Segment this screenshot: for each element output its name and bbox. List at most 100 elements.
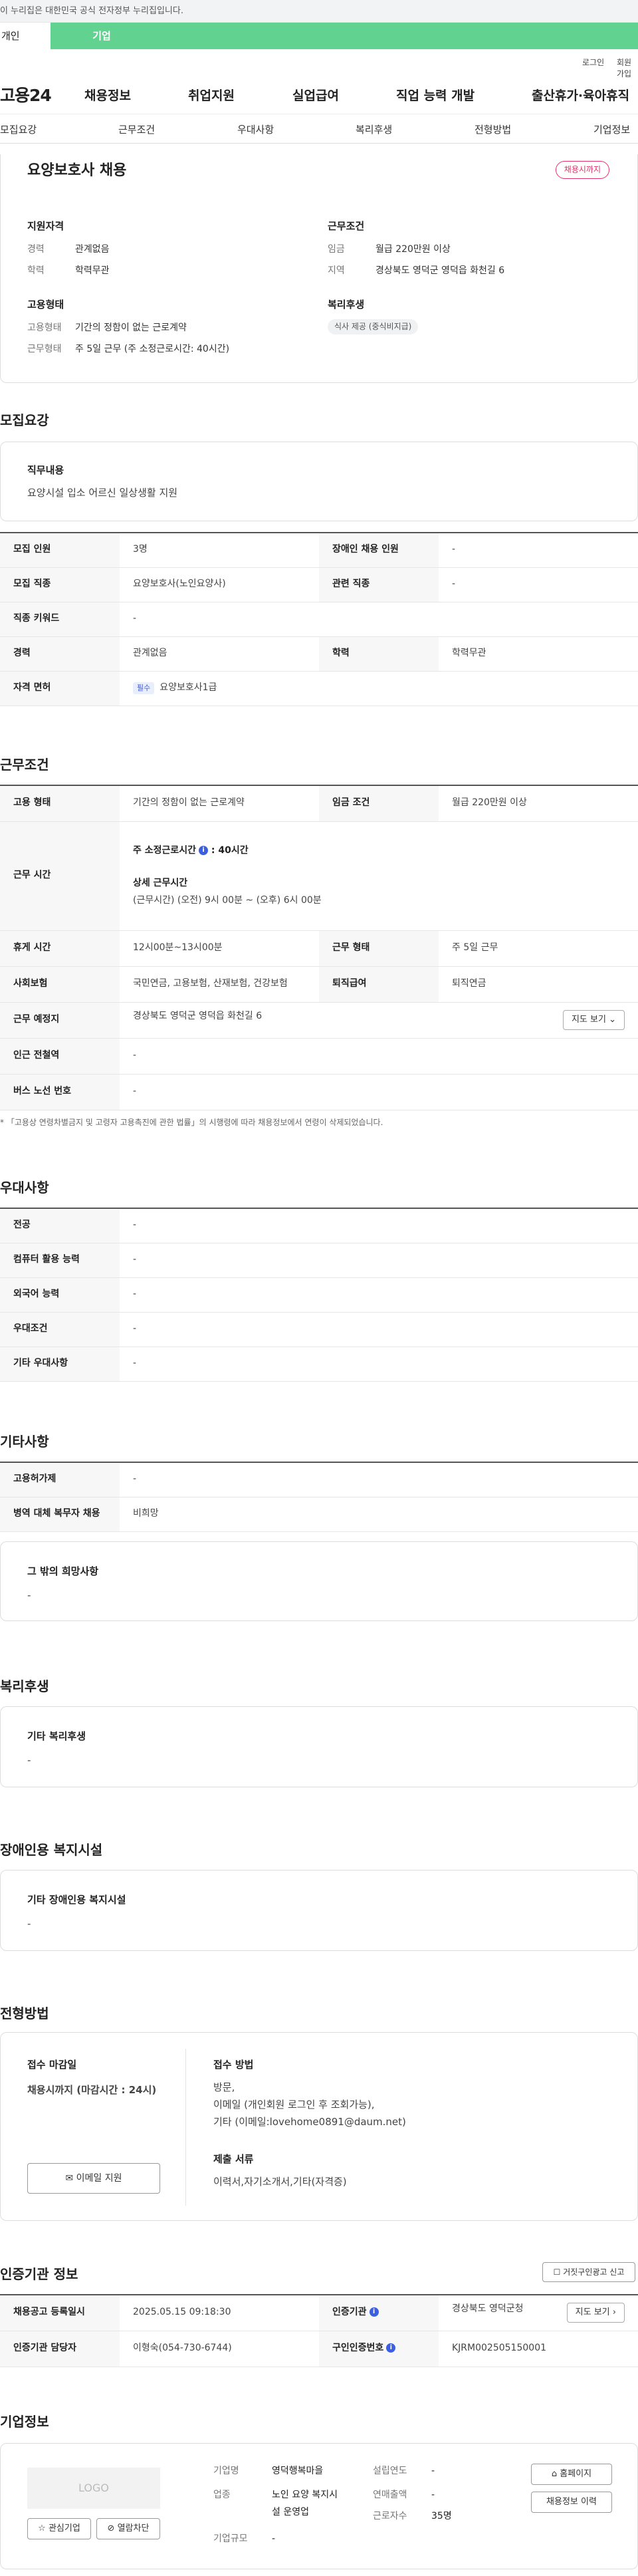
map-button[interactable]: 지도 보기 ⌄ bbox=[562, 1009, 625, 1031]
value-sales: - bbox=[431, 2490, 435, 2500]
welfare-heading: 복리후생 bbox=[328, 299, 365, 311]
table-row: 컴퓨터 활용 능력 - bbox=[0, 1243, 638, 1278]
value-permit: - bbox=[120, 1462, 638, 1497]
subnav-company[interactable]: 기업정보 bbox=[593, 123, 630, 137]
table-row: 인근 전철역 - bbox=[0, 1038, 638, 1075]
value-founded: - bbox=[431, 2466, 435, 2476]
block-view-button[interactable]: ⊘ 열람차단 bbox=[96, 2518, 160, 2539]
email-apply-button[interactable]: ✉ 이메일 지원 bbox=[27, 2163, 160, 2194]
value-bus: - bbox=[120, 1074, 638, 1110]
value-employees: 35명 bbox=[431, 2511, 452, 2521]
value-insurance: 국민연금, 고용보험, 산재보험, 건강보험 bbox=[120, 966, 319, 1003]
subnav-pref[interactable]: 우대사항 bbox=[237, 123, 274, 137]
value-industry-2: 설 운영업 bbox=[272, 2507, 309, 2517]
disabled-value: - bbox=[27, 1918, 31, 1930]
value-major: - bbox=[120, 1208, 638, 1243]
section-subnav: 모집요강 근무조건 우대사항 복리후생 전형방법 기업정보 bbox=[0, 114, 638, 144]
value-language: - bbox=[120, 1277, 638, 1313]
value-agency: 경상북도 영덕군청 지도 보기 › bbox=[439, 2294, 638, 2331]
value-scale: - bbox=[272, 2533, 276, 2544]
subnav-selection[interactable]: 전형방법 bbox=[475, 123, 511, 137]
value-cert-no: KJRM002505150001 bbox=[439, 2331, 638, 2367]
hours-main: 주 소정근로시간 bbox=[133, 844, 197, 856]
license-name: 요양보호사1급 bbox=[160, 682, 217, 694]
table-row: 기타 우대사항 - bbox=[0, 1347, 638, 1382]
value-reg-date: 2025.05.15 09:18:30 bbox=[120, 2294, 319, 2331]
global-nav: 고용24 채용정보 취업지원 실업급여 직업 능력 개발 출산휴가·육아휴직 bbox=[0, 74, 638, 114]
selection-box: 접수 마감일 채용시까지 (마감시간 : 24시) ✉ 이메일 지원 접수 방법… bbox=[0, 2032, 638, 2221]
table-row: 우대조건 - bbox=[0, 1312, 638, 1347]
tab-personal[interactable]: 개인 bbox=[0, 23, 51, 49]
label-retirement: 퇴직급여 bbox=[319, 966, 439, 1003]
label-manager: 인증기관 담당자 bbox=[0, 2331, 120, 2367]
site-logo[interactable]: 고용24 bbox=[0, 84, 52, 107]
pref-heading: 우대사항 bbox=[0, 1180, 49, 1196]
subnav-work[interactable]: 근무조건 bbox=[118, 123, 155, 137]
favorite-company-button[interactable]: ☆ 관심기업 bbox=[27, 2518, 91, 2539]
gnb-skills[interactable]: 직업 능력 개발 bbox=[396, 87, 475, 105]
pref-table: 전공 - 컴퓨터 활용 능력 - 외국어 능력 - 우대조건 - 기타 우대사항 - bbox=[0, 1208, 638, 1382]
label-company-name: 기업명 bbox=[213, 2466, 239, 2476]
tab-company[interactable]: 기업 bbox=[51, 23, 153, 49]
label-pref-cond: 우대조건 bbox=[0, 1312, 120, 1347]
duty-box: 직무내용 요양시설 입소 어르신 일상생활 지원 bbox=[0, 442, 638, 521]
value-industry-1: 노인 요양 복지시 bbox=[272, 2490, 338, 2500]
value-wage: 월급 220만원 이상 bbox=[439, 785, 638, 822]
chevron-right-icon: › bbox=[612, 2307, 616, 2318]
table-row: 고용 형태 기간의 정함이 없는 근로계약 임금 조건 월급 220만원 이상 bbox=[0, 785, 638, 822]
gnb-leave[interactable]: 출산휴가·육아휴직 bbox=[532, 87, 629, 105]
value-career: 관계없음 bbox=[120, 636, 319, 672]
table-row: 휴게 시간 12시00분~13시00분 근무 형태 주 5일 근무 bbox=[0, 930, 638, 967]
hours-detail-title: 상세 근무시간 bbox=[133, 878, 188, 889]
value-emp-type: 기간의 정함이 없는 근로계약 bbox=[120, 785, 319, 822]
label-occupation: 모집 직종 bbox=[0, 567, 120, 602]
disabled-box: 기타 장애인용 복지시설 - bbox=[0, 1870, 638, 1951]
gnb-employment-support[interactable]: 취업지원 bbox=[188, 87, 235, 105]
agency-map-button[interactable]: 지도 보기 › bbox=[566, 2303, 625, 2323]
gnb-unemployment-benefit[interactable]: 실업급여 bbox=[292, 87, 339, 105]
value-keyword: - bbox=[120, 602, 638, 637]
recruit-history-button[interactable]: 채용정보 이력 bbox=[531, 2492, 612, 2513]
method-line-1: 방문, bbox=[213, 2081, 235, 2093]
agency-name: 경상북도 영덕군청 bbox=[452, 2303, 524, 2315]
info-icon[interactable]: i bbox=[386, 2343, 396, 2353]
job-summary-card: 요양보호사 채용 채용시까지 지원자격 경력 관계없음 학력 학력무관 근무조건 임… bbox=[0, 154, 638, 383]
value-hours: 주 소정근로시간 i : 40시간 상세 근무시간 (근무시간) (오전) 9시 … bbox=[120, 821, 638, 931]
emp-form: 근무형태 주 5일 근무 (주 소정근로시간: 40시간) bbox=[27, 344, 230, 354]
homepage-button[interactable]: ⌂ 홈페이지 bbox=[531, 2464, 612, 2485]
table-row: 근무 예정지 경상북도 영덕군 영덕읍 화천길 6 지도 보기 ⌄ bbox=[0, 1002, 638, 1039]
label-disabled-headcount: 장애인 채용 인원 bbox=[319, 532, 439, 568]
label-emp-type: 고용 형태 bbox=[0, 785, 120, 822]
condition-heading: 근무조건 bbox=[328, 220, 365, 232]
value-retirement: 퇴직연금 bbox=[439, 966, 638, 1003]
qual-education: 학력 학력무관 bbox=[27, 265, 110, 276]
cond-wage: 임금 월급 220만원 이상 bbox=[328, 244, 451, 255]
label-career: 경력 bbox=[0, 636, 120, 672]
subnav-recruit[interactable]: 모집요강 bbox=[0, 123, 37, 137]
login-link[interactable]: 로그인 bbox=[582, 57, 604, 68]
label-cert-no: 구인인증번호 i bbox=[319, 2331, 439, 2367]
table-row: 근무 시간 주 소정근로시간 i : 40시간 상세 근무시간 (근무시간) (오… bbox=[0, 821, 638, 931]
info-icon[interactable]: i bbox=[199, 845, 209, 855]
recruit-table: 모집 인원 3명 장애인 채용 인원 - 모집 직종 요양보호사(노인요양사) … bbox=[0, 532, 638, 706]
label-pref-other: 기타 우대사항 bbox=[0, 1347, 120, 1382]
label-scale: 기업규모 bbox=[213, 2533, 248, 2544]
report-button[interactable]: ☐ 거짓구인광고 신고 bbox=[542, 2262, 635, 2282]
duty-text: 요양시설 입소 어르신 일상생활 지원 bbox=[27, 487, 178, 499]
welfare-title: 기타 복리후생 bbox=[27, 1730, 86, 1742]
table-row: 인증기관 담당자 이형숙(054-730-6744) 구인인증번호 i KJRM0… bbox=[0, 2331, 638, 2367]
cond-region: 지역 경상북도 영덕군 영덕읍 화천길 6 bbox=[328, 265, 505, 276]
info-icon[interactable]: i bbox=[369, 2307, 379, 2317]
label-founded: 설립연도 bbox=[373, 2466, 407, 2476]
value-occupation: 요양보호사(노인요양사) bbox=[120, 567, 319, 602]
required-tag: 필수 bbox=[133, 682, 155, 694]
star-icon: ☆ bbox=[38, 2523, 46, 2533]
value-subway: - bbox=[120, 1038, 638, 1075]
email-apply-label: 이메일 지원 bbox=[76, 2173, 122, 2184]
label-industry: 업종 bbox=[213, 2490, 231, 2500]
subnav-welfare[interactable]: 복리후생 bbox=[356, 123, 392, 137]
home-icon: ⌂ bbox=[551, 2469, 558, 2479]
label-major: 전공 bbox=[0, 1208, 120, 1243]
gnb-recruit[interactable]: 채용정보 bbox=[84, 87, 131, 105]
mail-icon: ✉ bbox=[65, 2173, 74, 2184]
